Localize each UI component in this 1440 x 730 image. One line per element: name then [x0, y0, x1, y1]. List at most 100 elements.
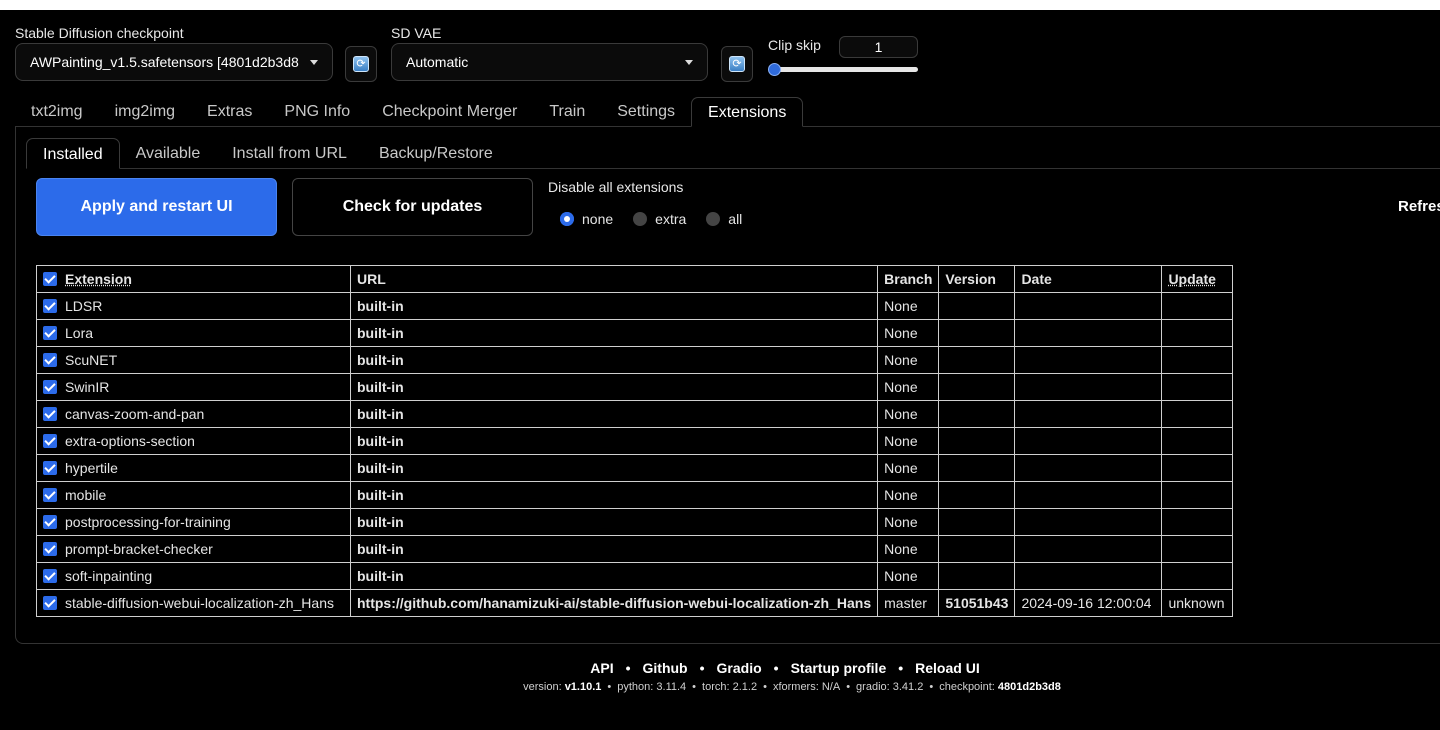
extension-enabled-checkbox[interactable]	[43, 353, 57, 367]
table-body: LDSR built-in None Lora built-in None ScuNET bu…	[36, 292, 1234, 617]
radio-extra[interactable]: extra	[633, 211, 686, 227]
tab-settings[interactable]: Settings	[601, 97, 691, 127]
select-all-checkbox[interactable]	[43, 272, 57, 286]
version-cell	[938, 562, 1016, 590]
extension-enabled-checkbox[interactable]	[43, 488, 57, 502]
header-label: Update	[1168, 271, 1216, 287]
tab-extras[interactable]: Extras	[191, 97, 268, 127]
update-cell: unknown	[1161, 589, 1234, 617]
date-cell	[1014, 508, 1163, 536]
checkpoint-dropdown[interactable]: AWPainting_v1.5.safetensors [4801d2b3d8	[15, 43, 333, 81]
extension-enabled-checkbox[interactable]	[43, 299, 57, 313]
table-row: SwinIR built-in None	[36, 373, 1234, 401]
branch-cell: None	[877, 427, 940, 455]
footer-link-github[interactable]: Github	[643, 660, 688, 676]
column-update[interactable]: Update	[1161, 265, 1234, 293]
clip-skip-input[interactable]: 1	[839, 36, 918, 58]
clip-skip-slider[interactable]	[770, 67, 918, 72]
update-cell	[1161, 346, 1234, 374]
footer-separator: •	[846, 681, 851, 693]
vae-label: SD VAE	[391, 25, 442, 41]
check-for-updates-button[interactable]: Check for updates	[292, 178, 533, 236]
date-cell	[1014, 292, 1163, 320]
tab-checkpoint-merger[interactable]: Checkpoint Merger	[366, 97, 533, 127]
clip-skip-slider-thumb[interactable]	[768, 63, 781, 76]
tab-train[interactable]: Train	[533, 97, 601, 127]
extension-enabled-checkbox[interactable]	[43, 407, 57, 421]
date-cell	[1014, 400, 1163, 428]
disable-extensions-radio-group: none extra all	[560, 211, 742, 227]
footer-link-startup-profile[interactable]: Startup profile	[791, 660, 887, 676]
subtab-available[interactable]: Available	[120, 138, 217, 169]
branch-cell: None	[877, 400, 940, 428]
extension-enabled-checkbox[interactable]	[43, 515, 57, 529]
subtab-install-from-url[interactable]: Install from URL	[216, 138, 363, 169]
extension-name: hypertile	[65, 460, 118, 476]
extension-enabled-checkbox[interactable]	[43, 461, 57, 475]
radio-none[interactable]: none	[560, 211, 613, 227]
vae-dropdown[interactable]: Automatic	[391, 43, 708, 81]
url-cell: built-in	[349, 454, 879, 482]
extension-enabled-checkbox[interactable]	[43, 542, 57, 556]
version-value: N/A	[821, 681, 841, 693]
column-url: URL	[349, 265, 879, 293]
extension-name: extra-options-section	[65, 433, 195, 449]
update-cell	[1161, 319, 1234, 347]
footer-link-api[interactable]: API	[590, 660, 613, 676]
branch-cell: None	[877, 562, 940, 590]
extension-enabled-checkbox[interactable]	[43, 326, 57, 340]
refresh-checkpoint-button[interactable]: ⟳	[345, 46, 377, 82]
table-row: soft-inpainting built-in None	[36, 562, 1234, 590]
refresh-vae-button[interactable]: ⟳	[721, 46, 753, 82]
extension-cell: mobile	[36, 481, 351, 509]
url-cell: built-in	[349, 508, 879, 536]
radio-all[interactable]: all	[706, 211, 742, 227]
footer-link-reload-ui[interactable]: Reload UI	[915, 660, 980, 676]
column-version: Version	[938, 265, 1016, 293]
url-cell: built-in	[349, 373, 879, 401]
tab-txt2img[interactable]: txt2img	[15, 97, 99, 127]
table-row: LDSR built-in None	[36, 292, 1234, 320]
extension-enabled-checkbox[interactable]	[43, 380, 57, 394]
tab-png-info[interactable]: PNG Info	[268, 97, 366, 127]
extension-cell: prompt-bracket-checker	[36, 535, 351, 563]
update-cell	[1161, 427, 1234, 455]
version-key: checkpoint:	[939, 681, 998, 693]
extension-cell: canvas-zoom-and-pan	[36, 400, 351, 428]
extension-cell: hypertile	[36, 454, 351, 482]
extension-enabled-checkbox[interactable]	[43, 434, 57, 448]
version-cell	[938, 346, 1016, 374]
version-value: 3.41.2	[892, 681, 924, 693]
date-cell	[1014, 346, 1163, 374]
update-cell	[1161, 562, 1234, 590]
date-cell	[1014, 481, 1163, 509]
date-cell: 2024-09-16 12:00:04	[1014, 589, 1163, 617]
url-cell: built-in	[349, 535, 879, 563]
extension-name: prompt-bracket-checker	[65, 541, 213, 557]
branch-cell: None	[877, 454, 940, 482]
url-cell: https://github.com/hanamizuki-ai/stable-…	[349, 589, 879, 617]
footer-link-gradio[interactable]: Gradio	[717, 660, 762, 676]
refresh-button[interactable]: Refres	[1398, 198, 1440, 215]
date-cell	[1014, 535, 1163, 563]
extension-name: ScuNET	[65, 352, 118, 368]
apply-and-restart-button[interactable]: Apply and restart UI	[36, 178, 277, 236]
extension-enabled-checkbox[interactable]	[43, 569, 57, 583]
extension-cell: Lora	[36, 319, 351, 347]
extension-cell: SwinIR	[36, 373, 351, 401]
extension-name: SwinIR	[65, 379, 110, 395]
table-row: ScuNET built-in None	[36, 346, 1234, 374]
footer-separator: •	[692, 681, 697, 693]
tab-img2img[interactable]: img2img	[99, 97, 191, 127]
subtab-backup-restore[interactable]: Backup/Restore	[363, 138, 509, 169]
extension-subtabs: Installed Available Install from URL Bac…	[26, 138, 509, 169]
table-row: canvas-zoom-and-pan built-in None	[36, 400, 1234, 428]
subtab-installed[interactable]: Installed	[26, 138, 120, 169]
tab-extensions[interactable]: Extensions	[691, 97, 804, 127]
footer-separator: •	[898, 660, 904, 676]
extension-enabled-checkbox[interactable]	[43, 596, 57, 610]
column-extension[interactable]: Extension	[36, 265, 351, 293]
table-row: Lora built-in None	[36, 319, 1234, 347]
url-cell: built-in	[349, 562, 879, 590]
column-date: Date	[1014, 265, 1163, 293]
